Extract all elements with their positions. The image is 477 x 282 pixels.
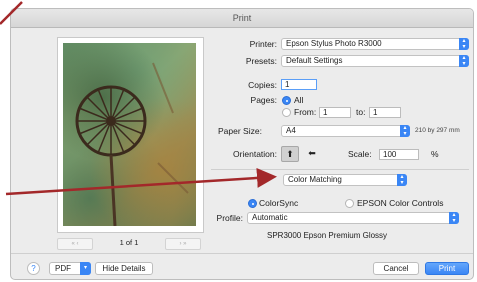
annotation-line-top	[0, 1, 23, 25]
annotation-arrow-color-matching	[5, 167, 277, 196]
annotation-overlay	[0, 1, 277, 196]
